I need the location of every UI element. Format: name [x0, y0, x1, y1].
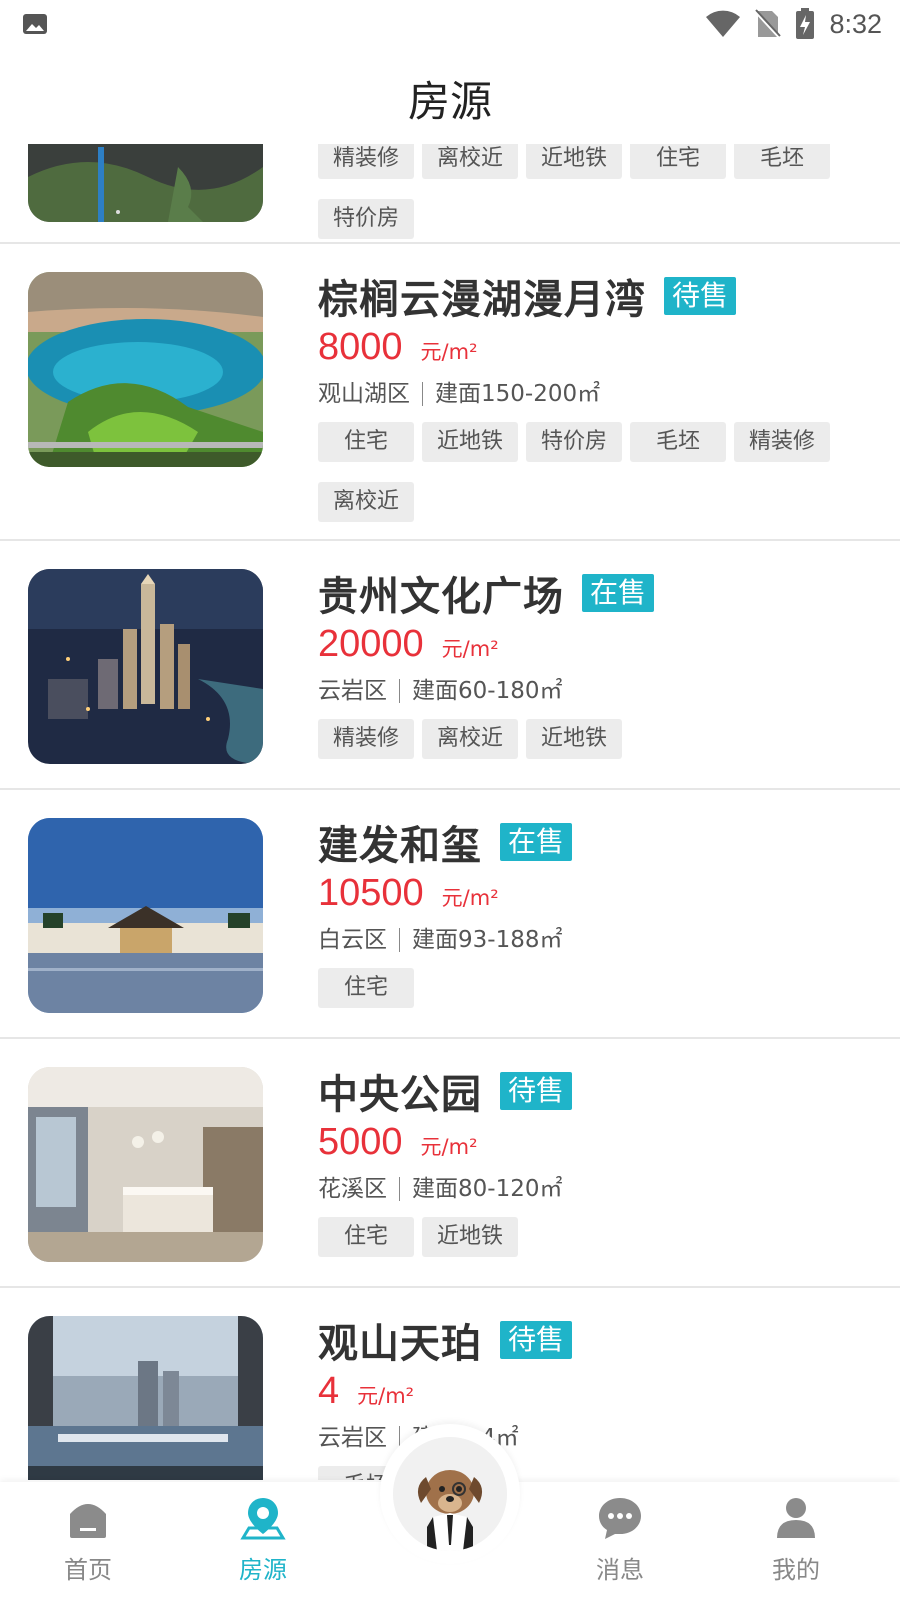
listing-card[interactable]: 建发和玺 在售 10500 元/m² 白云区 建面93-188㎡ 住宅: [0, 790, 900, 1039]
nav-messages[interactable]: 消息: [560, 1494, 680, 1585]
listing-price: 5000: [318, 1121, 403, 1163]
listing-thumbnail: [28, 144, 263, 222]
listing-list[interactable]: 精装修 离校近 近地铁 住宅 毛坯 特价房 棕榈云漫湖漫月湾 待售 8000 元…: [0, 144, 900, 1480]
status-badge: 在售: [582, 574, 655, 612]
listing-area: 建面60-180㎡: [412, 678, 563, 704]
listing-area: 建面80-120㎡: [412, 1176, 563, 1202]
tag: 毛坯: [630, 422, 726, 462]
nav-home[interactable]: 首页: [28, 1494, 148, 1585]
listing-name: 中央公园: [318, 1072, 482, 1118]
nav-listings[interactable]: 房源: [203, 1494, 323, 1585]
listing-thumbnail: [28, 818, 263, 1013]
status-bar: 8:32: [0, 0, 900, 48]
listing-price: 8000: [318, 326, 403, 368]
listing-district: 观山湖区: [318, 381, 410, 407]
app-header: 房源: [0, 48, 900, 144]
nav-profile[interactable]: 我的: [736, 1494, 856, 1585]
listing-area: 建面150-200㎡: [435, 381, 601, 407]
status-badge: 在售: [500, 823, 573, 861]
image-notification-icon: [23, 14, 47, 34]
location-pin-icon: [240, 1498, 286, 1540]
listing-card[interactable]: 精装修 离校近 近地铁 住宅 毛坯 特价房: [0, 144, 900, 244]
info-divider: [399, 1177, 400, 1201]
tag: 近地铁: [526, 144, 622, 179]
listing-name: 贵州文化广场: [318, 574, 564, 620]
info-divider: [399, 928, 400, 952]
tag: 住宅: [630, 144, 726, 179]
tag: 离校近: [318, 482, 414, 522]
info-divider: [399, 679, 400, 703]
listing-thumbnail: [28, 1067, 263, 1262]
tag: 离校近: [422, 719, 518, 759]
home-icon: [70, 1504, 106, 1538]
listing-name: 建发和玺: [318, 823, 482, 869]
nav-profile-label: 我的: [772, 1556, 820, 1584]
listing-thumbnail: [28, 272, 263, 467]
listing-district: 白云区: [318, 927, 387, 953]
tag: 住宅: [318, 968, 414, 1008]
price-unit: 元/m²: [357, 1384, 415, 1408]
listing-price: 10500: [318, 872, 424, 914]
tag: 近地铁: [526, 719, 622, 759]
tag: 近地铁: [422, 422, 518, 462]
user-icon: [777, 1498, 815, 1538]
tag: 离校近: [422, 144, 518, 179]
listing-card[interactable]: 棕榈云漫湖漫月湾 待售 8000 元/m² 观山湖区 建面150-200㎡ 住宅…: [0, 244, 900, 541]
status-badge: 待售: [500, 1321, 573, 1359]
listing-card[interactable]: 贵州文化广场 在售 20000 元/m² 云岩区 建面60-180㎡ 精装修 离…: [0, 541, 900, 790]
tag: 精装修: [318, 144, 414, 179]
listing-card[interactable]: 中央公园 待售 5000 元/m² 花溪区 建面80-120㎡ 住宅 近地铁: [0, 1039, 900, 1288]
listing-area: 建面93-188㎡: [412, 927, 563, 953]
tag: 特价房: [526, 422, 622, 462]
page-title: 房源: [407, 77, 492, 126]
tag: 精装修: [318, 719, 414, 759]
listing-thumbnail: [28, 569, 263, 764]
nav-home-label: 首页: [64, 1556, 112, 1584]
price-unit: 元/m²: [441, 886, 499, 910]
tag: 毛坯: [734, 144, 830, 179]
tag: 住宅: [318, 1217, 414, 1257]
nav-listings-label: 房源: [239, 1556, 287, 1584]
bottom-nav: 首页 房源 消息 我的: [0, 1424, 900, 1600]
status-time: 8:32: [829, 8, 882, 39]
dog-mascot-icon: [393, 1437, 507, 1551]
nav-messages-label: 消息: [596, 1556, 644, 1584]
price-unit: 元/m²: [420, 1135, 478, 1159]
listing-name: 棕榈云漫湖漫月湾: [318, 277, 646, 323]
price-unit: 元/m²: [420, 340, 478, 364]
listing-thumbnail: [28, 1316, 263, 1480]
info-divider: [422, 382, 423, 406]
wifi-icon: [706, 10, 741, 37]
battery-charging-icon: [796, 8, 815, 39]
listing-district: 云岩区: [318, 1425, 387, 1451]
status-badge: 待售: [664, 277, 737, 315]
tag: 近地铁: [422, 1217, 518, 1257]
tag: 精装修: [734, 422, 830, 462]
tag: 特价房: [318, 199, 414, 239]
no-sim-icon: [755, 9, 782, 39]
mascot-center-button[interactable]: [393, 1437, 507, 1551]
listing-district: 云岩区: [318, 678, 387, 704]
tag: 住宅: [318, 422, 414, 462]
listing-price: 4: [318, 1370, 340, 1412]
listing-price: 20000: [318, 623, 424, 665]
chat-bubble-icon: [599, 1498, 641, 1539]
listing-district: 花溪区: [318, 1176, 387, 1202]
price-unit: 元/m²: [441, 637, 499, 661]
listing-name: 观山天珀: [318, 1321, 482, 1367]
status-badge: 待售: [500, 1072, 573, 1110]
